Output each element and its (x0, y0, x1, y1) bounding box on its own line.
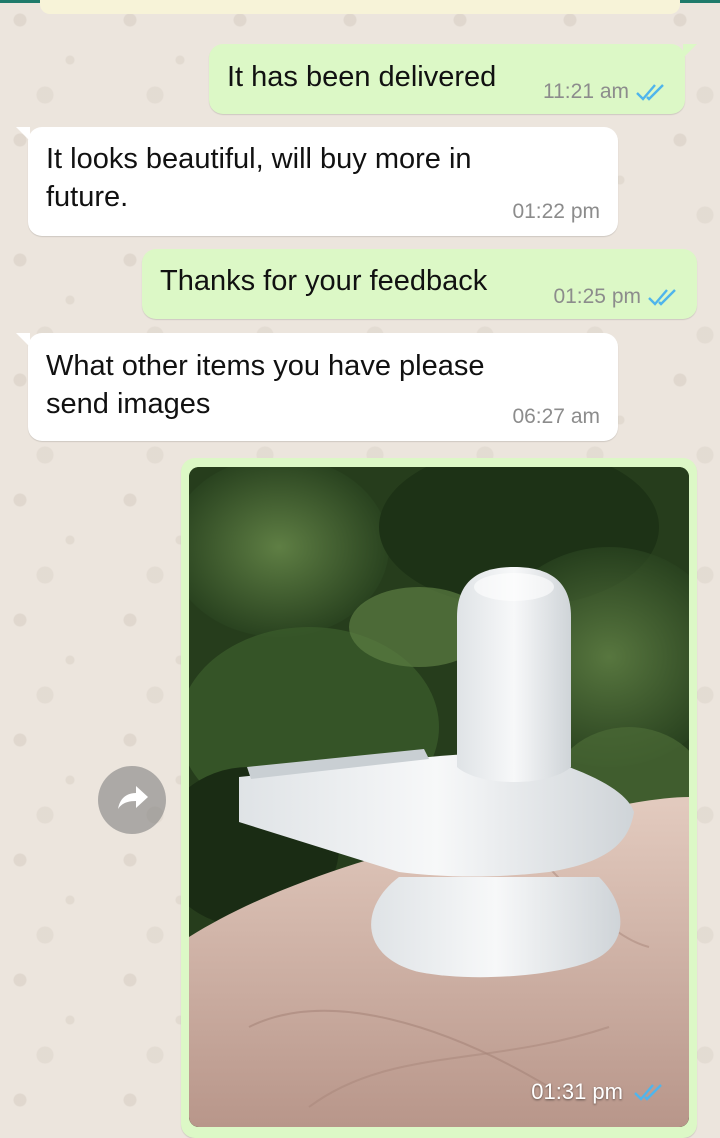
message-meta: 01:25 pm (553, 285, 681, 309)
message-text: It looks beautiful, will buy more in fut… (46, 143, 472, 213)
image-message-meta: 01:31 pm (531, 1079, 667, 1105)
message-meta: 06:27 am (512, 405, 600, 429)
double-tick-icon (633, 1081, 667, 1103)
double-tick-icon (635, 81, 669, 103)
message-time: 01:31 pm (531, 1079, 623, 1104)
message-time: 01:25 pm (553, 285, 641, 308)
message-bubble-incoming[interactable]: What other items you have please send im… (16, 333, 618, 441)
message-time: 01:22 pm (512, 200, 600, 223)
forward-button[interactable] (98, 766, 166, 834)
message-bubble-outgoing[interactable]: It has been delivered 11:21 am (209, 44, 697, 114)
message-meta: 01:22 pm (512, 200, 600, 224)
double-tick-icon (647, 286, 681, 308)
message-time: 11:21 am (543, 80, 629, 103)
message-meta: 11:21 am (543, 80, 669, 104)
message-bubble-outgoing[interactable]: Thanks for your feedback 01:25 pm (142, 249, 697, 319)
message-text: It has been delivered (227, 61, 497, 93)
previous-message-edge (40, 0, 680, 14)
message-text: Thanks for your feedback (160, 265, 488, 297)
forward-arrow-icon (114, 783, 150, 818)
message-text: What other items you have please send im… (46, 350, 485, 420)
image-message-photo[interactable]: 01:31 pm (189, 467, 689, 1127)
message-bubble-incoming[interactable]: It looks beautiful, will buy more in fut… (16, 127, 618, 236)
shivling-photo (189, 467, 689, 1127)
message-time: 06:27 am (512, 405, 600, 428)
